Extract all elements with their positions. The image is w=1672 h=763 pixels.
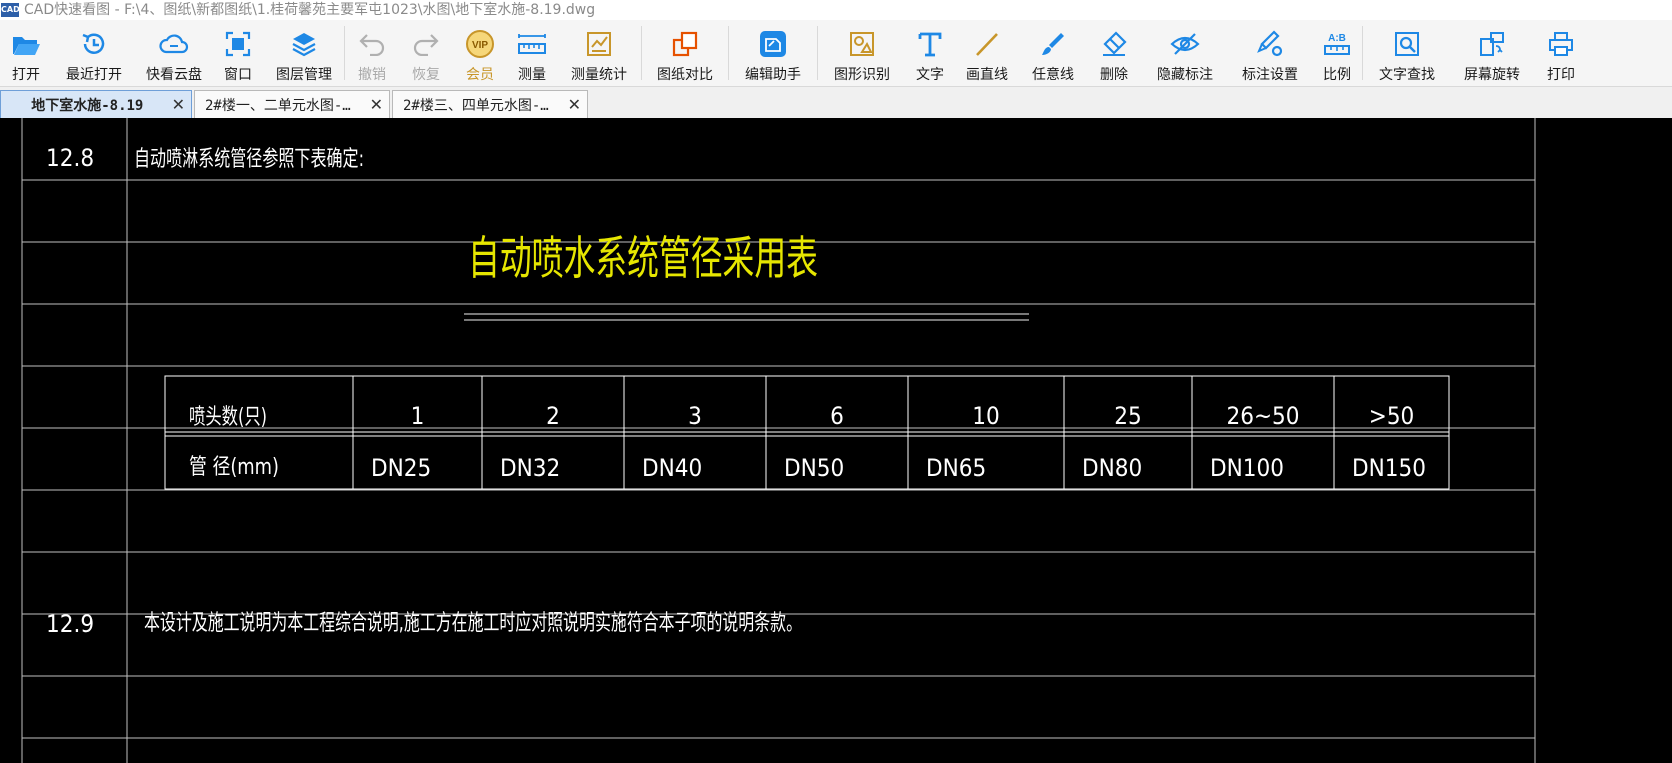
table-title: 自动喷水系统管径采用表 [468,231,818,285]
layers-icon [288,28,320,60]
undo-button[interactable]: 撤销 [345,20,399,86]
pipe-diameter-cell: DN80 [1082,454,1142,482]
sprinkler-count-cell: 10 [972,402,999,430]
text-search-icon [1391,28,1423,60]
tab-label: 2#楼三、四单元水图-… [403,97,549,114]
sprinkler-count-cell: 2 [546,402,560,430]
folder-open-icon [10,28,42,60]
window-titlebar: CAD CAD快速看图 - F:\4、图纸\新都图纸\1.桂荷馨苑主要军屯102… [0,0,1672,20]
freehand-line-button[interactable]: 任意线 [1020,20,1086,86]
pen-gear-icon [1254,28,1286,60]
measure-button[interactable]: 测量 [507,20,557,86]
brush-icon [1037,28,1069,60]
pipe-diameter-cell: DN40 [642,454,702,482]
window-frame-icon [222,28,254,60]
grid-lines [21,118,1536,763]
text-tool-button[interactable]: 文字 [906,20,954,86]
tab-building2-units12[interactable]: 2#楼一、二单元水图-… ✕ [194,90,390,118]
section-number-12-9: 12.9 [46,610,94,638]
rotate-screen-icon [1476,28,1508,60]
drawing-canvas[interactable]: 12.8 自动喷淋系统管径参照下表确定: 自动喷水系统管径采用表 喷头数(只) … [0,118,1672,763]
sprinkler-count-cells: 1 2 3 6 10 25 26~50 >50 [411,402,1415,430]
close-icon[interactable]: ✕ [568,95,581,114]
eraser-icon [1098,28,1130,60]
pipe-diameter-cell: DN100 [1210,454,1284,482]
tab-label: 地下室水施-8.19 [31,97,144,114]
sprinkler-count-cell: 26~50 [1226,402,1299,430]
pipe-diameter-cell: DN50 [784,454,844,482]
open-button[interactable]: 打开 [0,20,52,86]
scale-ratio-icon: A:B [1321,28,1353,60]
scale-button[interactable]: A:B 比例 [1312,20,1362,86]
text-t-icon [914,28,946,60]
section-number-12-8: 12.8 [46,144,94,172]
edit-assistant-button[interactable]: 编辑助手 [729,20,817,86]
clock-history-icon [78,28,110,60]
straight-line-icon [971,28,1003,60]
eye-hidden-icon [1169,28,1201,60]
measure-stats-icon [583,28,615,60]
window-title: CAD快速看图 - F:\4、图纸\新都图纸\1.桂荷馨苑主要军屯1023\水图… [24,2,596,18]
document-tabbar: 地下室水施-8.19 ✕ 2#楼一、二单元水图-… ✕ 2#楼三、四单元水图-…… [0,87,1672,118]
header-sprinkler-count: 喷头数(只) [189,405,267,430]
measure-stats-button[interactable]: 测量统计 [557,20,641,86]
cloud-icon [158,28,190,60]
pipe-diameter-cell: DN150 [1352,454,1426,482]
close-icon[interactable]: ✕ [370,95,383,114]
header-pipe-diameter: 管 径(mm) [189,455,279,480]
shape-recognition-icon [846,28,878,60]
redo-icon [410,28,442,60]
tab-building2-units34[interactable]: 2#楼三、四单元水图-… ✕ [392,90,588,118]
pipe-diameter-cell: DN32 [500,454,560,482]
pipe-diameter-cell: DN65 [926,454,986,482]
printer-icon [1545,28,1577,60]
hide-marks-button[interactable]: 隐藏标注 [1142,20,1228,86]
tab-label: 2#楼一、二单元水图-… [205,97,351,114]
vip-badge-text: VIP [472,40,488,51]
section-text-12-8: 自动喷淋系统管径参照下表确定: [134,147,364,172]
draw-line-button[interactable]: 画直线 [954,20,1020,86]
print-button[interactable]: 打印 [1533,20,1589,86]
sprinkler-count-cell: 25 [1114,402,1141,430]
ruler-icon [516,28,548,60]
shape-recognition-button[interactable]: 图形识别 [818,20,906,86]
window-button[interactable]: 窗口 [212,20,264,86]
text-search-button[interactable]: 文字查找 [1363,20,1451,86]
scale-badge-text: A:B [1328,33,1346,44]
delete-button[interactable]: 删除 [1086,20,1142,86]
redo-button[interactable]: 恢复 [399,20,453,86]
sprinkler-count-cell: 3 [688,402,702,430]
close-icon[interactable]: ✕ [172,95,185,114]
screen-rotate-button[interactable]: 屏幕旋转 [1451,20,1533,86]
cloud-disk-button[interactable]: 快看云盘 [136,20,212,86]
main-toolbar: 打开 最近打开 快看云盘 窗口 图层管理 撤销 恢复 VIP 会员 测量 测量统… [0,20,1672,87]
vip-button[interactable]: VIP 会员 [453,20,507,86]
drawing-compare-button[interactable]: 图纸对比 [642,20,728,86]
cad-drawing: 12.8 自动喷淋系统管径参照下表确定: 自动喷水系统管径采用表 喷头数(只) … [21,118,1536,763]
cad-edit-icon [757,28,789,60]
compare-icon [669,28,701,60]
vip-badge-icon: VIP [464,28,496,60]
pipe-diameter-cells: DN25 DN32 DN40 DN50 DN65 DN80 DN100 DN150 [371,454,1426,482]
layer-manager-button[interactable]: 图层管理 [264,20,344,86]
sprinkler-count-cell: 6 [830,402,844,430]
recent-open-button[interactable]: 最近打开 [52,20,136,86]
sprinkler-count-cell: >50 [1369,402,1415,430]
pipe-diameter-cell: DN25 [371,454,431,482]
app-logo-icon: CAD [1,3,20,17]
section-text-12-9: 本设计及施工说明为本工程综合说明,施工方在施工时应对照说明实施符合本子项的说明条… [144,611,802,636]
mark-settings-button[interactable]: 标注设置 [1228,20,1312,86]
tab-basement-water[interactable]: 地下室水施-8.19 ✕ [0,90,192,118]
sprinkler-count-cell: 1 [411,402,425,430]
undo-icon [356,28,388,60]
